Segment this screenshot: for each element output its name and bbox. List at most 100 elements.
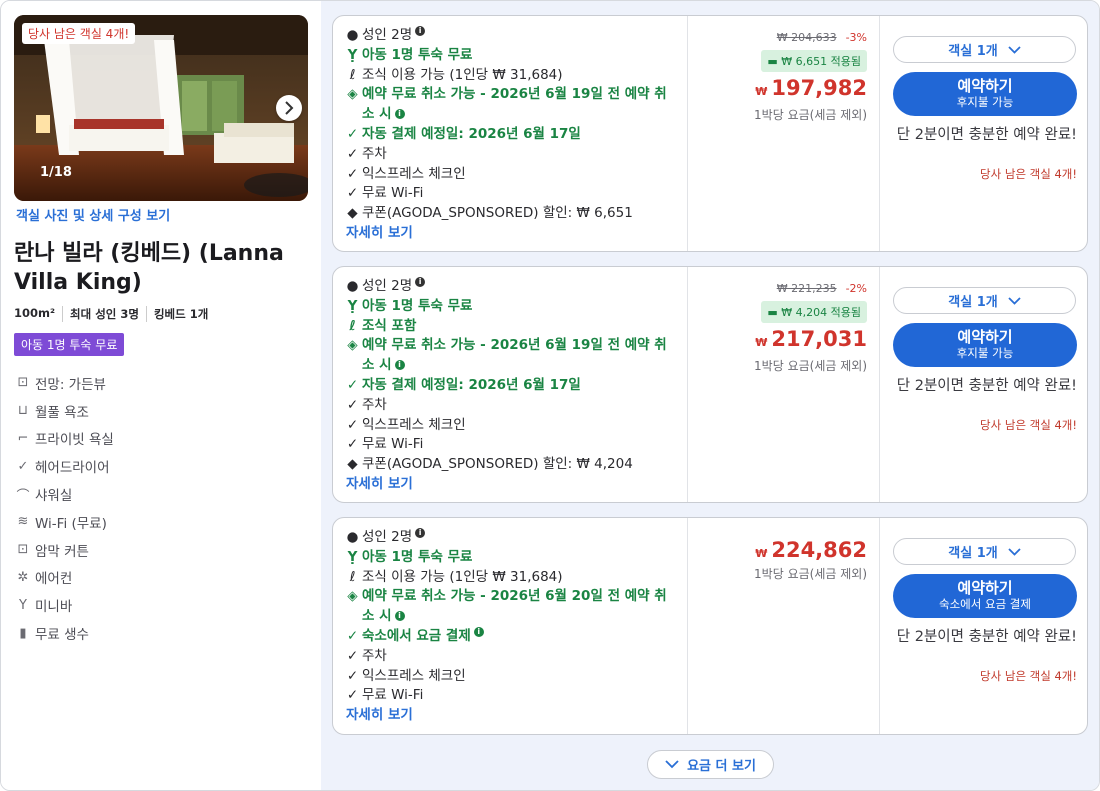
- parking-row: ✓ 주차: [346, 145, 687, 165]
- info-icon[interactable]: i: [473, 626, 484, 637]
- cancel-label: 예약 무료 취소 가능 - 2026년 6월 19일 전 예약 취소 시i: [362, 336, 676, 376]
- amenity-item: ▮ 무료 생수: [16, 619, 114, 647]
- price-value: 224,862: [771, 538, 867, 562]
- offer-card: ● 성인 2명 i Ỵ 아동 1명 투숙 무료 ℓ 조식 이용 가능 (1인당 ₩ 31…: [332, 517, 1088, 735]
- kid-free-row: Ỵ 아동 1명 투숙 무료: [346, 46, 687, 66]
- payment-row: ✓ 숙소에서 요금 결제 i: [346, 626, 687, 647]
- photo-details-link[interactable]: 객실 사진 및 상세 구성 보기: [16, 205, 170, 224]
- amenity-item: ≋ Wi-Fi (무료): [16, 508, 114, 536]
- meal-row: ℓ 조식 이용 가능 (1인당 ₩ 31,684): [346, 568, 687, 588]
- offer-actions: 객실 1개 예약하기 후지불 가능 단 2분이면 충분한 예약 완료! 당사 남은…: [879, 267, 1089, 502]
- cancel-text: 예약 무료 취소 가능 - 2026년 6월 19일 전 예약 취소 시: [362, 337, 667, 374]
- meal-row: ℓ 조식 이용 가능 (1인당 ₩ 31,684): [346, 66, 687, 86]
- kid-free-label: 아동 1명 투숙 무료: [362, 297, 473, 314]
- room-photo[interactable]: 당사 남은 객실 4개! 1/18: [14, 15, 308, 201]
- guests-row: ● 성인 2명 i: [346, 26, 687, 46]
- cancel-row: ◈ 예약 무료 취소 가능 - 2026년 6월 19일 전 예약 취소 시i: [346, 336, 676, 376]
- amenity-list: ⊡ 전망: 가든뷰 ⊔ 월풀 욕조 ⌐ 프라이빗 욕실 ✓ 헤어드라이어 ⌒ 샤워실 ≋ W…: [16, 369, 114, 647]
- offer-card: ● 성인 2명 i Ỵ 아동 1명 투숙 무료 ℓ 조식 포함 ◈ 예약 무료 취소 가능…: [332, 266, 1088, 503]
- amenity-item: ⌐ 프라이빗 욕실: [16, 425, 114, 453]
- amenity-label: 샤워실: [35, 488, 73, 505]
- details-link[interactable]: 자세히 보기: [346, 475, 687, 494]
- availability-warning: 당사 남은 객실 4개!: [980, 167, 1077, 181]
- kid-free-row: Ỵ 아동 1명 투숙 무료: [346, 548, 687, 568]
- original-price-value: ₩ 221,235: [776, 282, 837, 295]
- room-quantity-select[interactable]: 객실 1개: [893, 36, 1076, 63]
- book-button-label: 예약하기: [957, 328, 1013, 346]
- check-icon: ✓: [346, 396, 359, 413]
- amenity-item: ✓ 헤어드라이어: [16, 452, 114, 480]
- book-button-sublabel: 숙소에서 요금 결제: [939, 597, 1031, 611]
- meal-label: 조식 포함: [362, 317, 417, 334]
- bathtub-icon: ⊔: [17, 403, 29, 419]
- price-value: 197,982: [771, 76, 867, 100]
- amenity-item: ⊡ 전망: 가든뷰: [16, 369, 114, 397]
- chevron-down-icon: [665, 760, 679, 769]
- next-photo-button[interactable]: [276, 95, 302, 121]
- kid-free-badge: 아동 1명 투숙 무료: [14, 333, 125, 356]
- spec-size: 100m²: [14, 306, 56, 320]
- book-button[interactable]: 예약하기 후지불 가능: [893, 72, 1077, 116]
- currency-symbol: ₩: [755, 336, 768, 349]
- parking-row: ✓ 주차: [346, 647, 687, 667]
- shield-icon: ◈: [347, 337, 358, 354]
- info-icon[interactable]: i: [394, 360, 405, 371]
- room-quantity-value: 객실 1개: [948, 44, 998, 59]
- express-row: ✓ 익스프레스 체크인: [346, 667, 687, 687]
- see-more-rates-button[interactable]: 요금 더 보기: [647, 750, 774, 779]
- price: ₩217,031: [755, 327, 867, 351]
- book-button-label: 예약하기: [957, 579, 1013, 597]
- book-button[interactable]: 예약하기 후지불 가능: [893, 323, 1077, 367]
- check-icon: ✓: [346, 647, 359, 664]
- express-label: 익스프레스 체크인: [362, 416, 466, 433]
- child-icon: Ỵ: [347, 297, 358, 314]
- parking-label: 주차: [362, 145, 387, 162]
- info-icon[interactable]: i: [415, 26, 426, 36]
- check-icon: ✓: [346, 185, 359, 202]
- payment-row: ✓ 자동 결제 예정일: 2026년 6월 17일: [346, 125, 687, 145]
- currency-symbol: ₩: [755, 547, 768, 560]
- wifi-label: 무료 Wi-Fi: [362, 687, 424, 704]
- express-label: 익스프레스 체크인: [362, 667, 466, 684]
- check-icon: ✓: [346, 416, 359, 433]
- info-icon[interactable]: i: [415, 528, 426, 538]
- toilet-icon: ⌐: [17, 430, 29, 446]
- check-icon: ✓: [346, 627, 359, 644]
- price: ₩224,862: [755, 538, 867, 562]
- payment-label: 자동 결제 예정일: 2026년 6월 17일: [362, 376, 581, 393]
- wifi-row: ✓ 무료 Wi-Fi: [346, 184, 687, 204]
- coupon-row: ◆ 쿠폰(AGODA_SPONSORED) 할인: ₩ 4,204: [346, 455, 687, 475]
- room-quantity-select[interactable]: 객실 1개: [893, 287, 1076, 314]
- cancel-row: ◈ 예약 무료 취소 가능 - 2026년 6월 19일 전 예약 취소 시i: [346, 85, 676, 125]
- book-button-label: 예약하기: [957, 77, 1013, 95]
- info-icon[interactable]: i: [394, 611, 405, 622]
- guests-row: ● 성인 2명 i: [346, 528, 687, 548]
- wifi-label: 무료 Wi-Fi: [362, 185, 424, 202]
- amenity-item: Y 미니바: [16, 591, 114, 619]
- payment-label: 자동 결제 예정일: 2026년 6월 17일: [362, 125, 581, 142]
- tag-icon: ◆: [347, 456, 358, 473]
- room-quantity-value: 객실 1개: [948, 546, 998, 561]
- express-row: ✓ 익스프레스 체크인: [346, 165, 687, 185]
- original-price-value: ₩ 204,633: [776, 31, 837, 44]
- availability-warning: 당사 남은 객실 4개!: [980, 418, 1077, 432]
- info-icon[interactable]: i: [415, 277, 426, 287]
- room-title: 란나 빌라 (킹베드) (Lanna Villa King): [14, 241, 284, 295]
- person-icon: ●: [346, 278, 359, 294]
- meal-label: 조식 이용 가능 (1인당 ₩ 31,684): [362, 568, 563, 585]
- booking-note: 단 2분이면 충분한 예약 완료!: [896, 127, 1077, 143]
- amenity-item: ⊡ 암막 커튼: [16, 536, 114, 564]
- book-button[interactable]: 예약하기 숙소에서 요금 결제: [893, 574, 1077, 618]
- room-quantity-select[interactable]: 객실 1개: [893, 538, 1076, 565]
- wifi-row: ✓ 무료 Wi-Fi: [346, 435, 687, 455]
- details-link[interactable]: 자세히 보기: [346, 224, 687, 243]
- tag-icon: ◆: [347, 205, 358, 222]
- coupon-applied-badge: ▬ ₩ 6,651 적용됨: [761, 50, 867, 72]
- aircon-icon: ✲: [17, 569, 29, 585]
- guests-label: 성인 2명: [362, 529, 413, 545]
- details-link[interactable]: 자세히 보기: [346, 706, 687, 725]
- room-quantity-value: 객실 1개: [948, 295, 998, 310]
- payment-label: 숙소에서 요금 결제: [362, 627, 471, 644]
- info-icon[interactable]: i: [394, 109, 405, 120]
- cancel-text: 예약 무료 취소 가능 - 2026년 6월 19일 전 예약 취소 시: [362, 86, 667, 123]
